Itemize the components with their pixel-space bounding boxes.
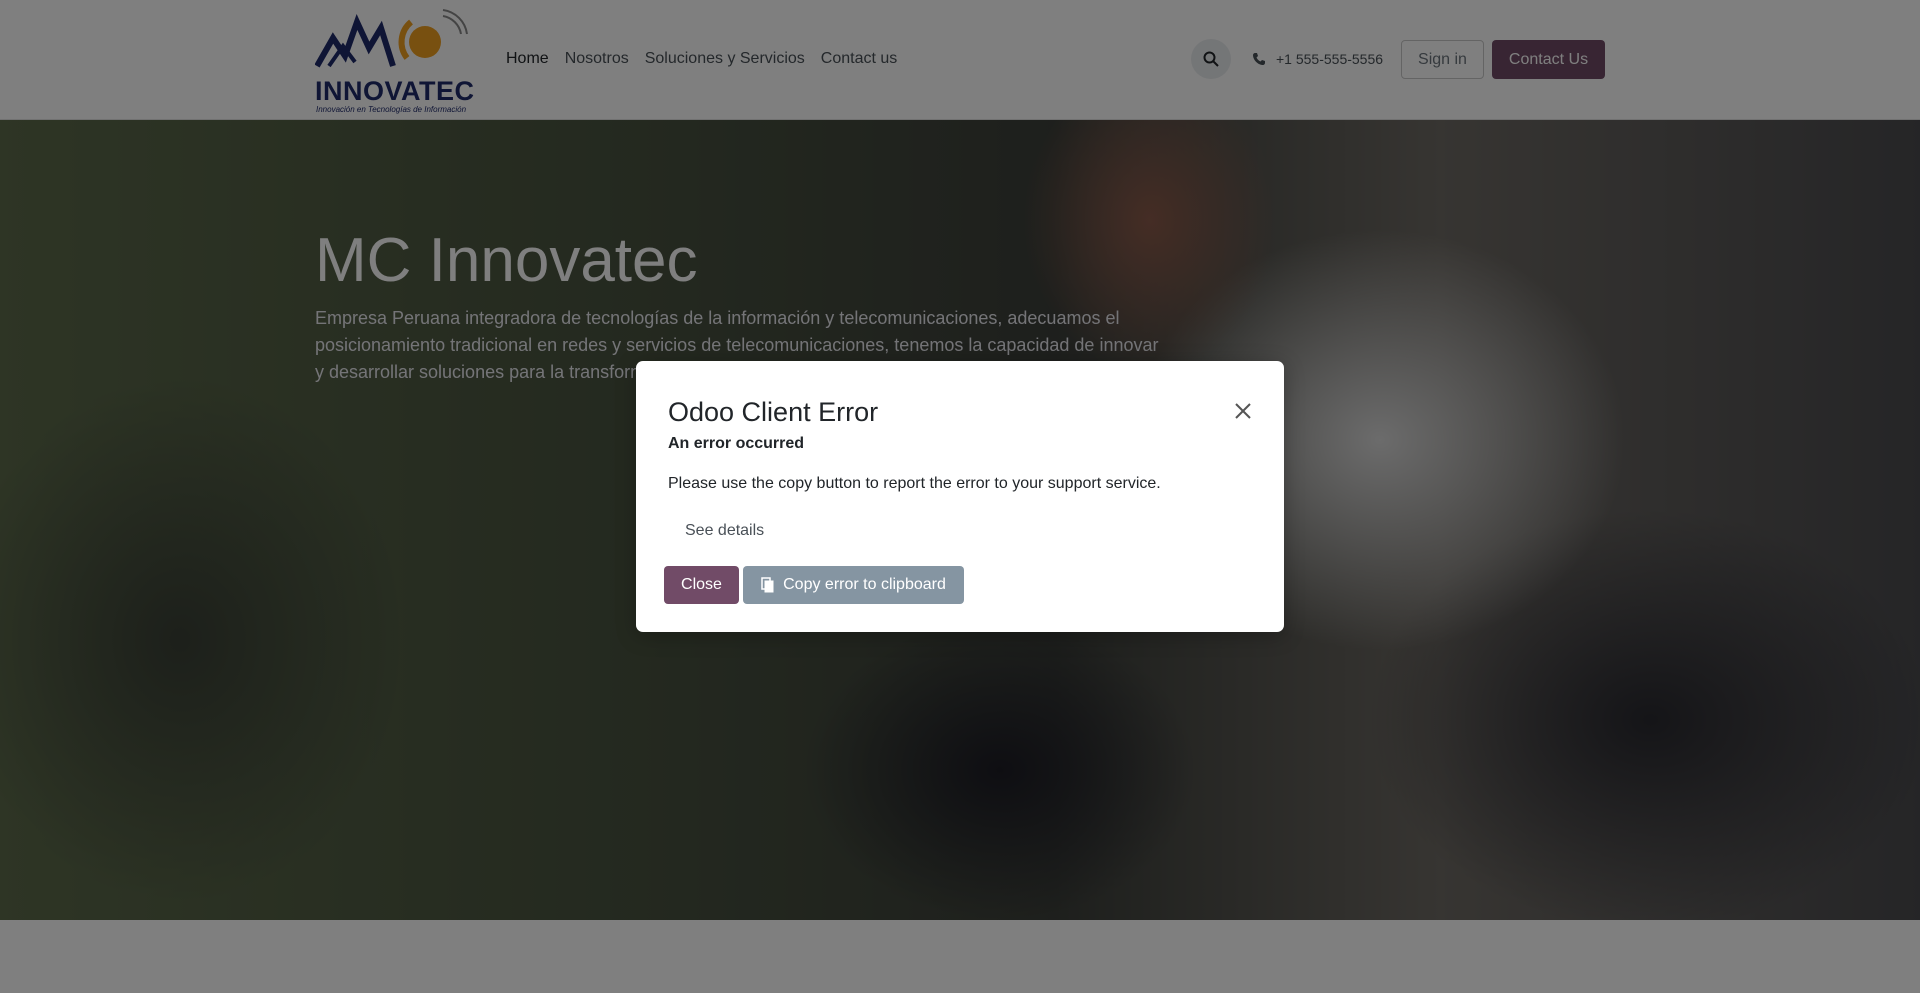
dialog-title: Odoo Client Error [668,397,879,427]
copy-error-button[interactable]: Copy error to clipboard [743,566,964,604]
dialog-message: Please use the copy button to report the… [668,475,1161,492]
dialog-close-icon[interactable] [1231,399,1255,423]
clipboard-icon [761,577,774,593]
copy-error-label: Copy error to clipboard [783,576,946,593]
dialog-subtitle: An error occurred [668,435,805,452]
see-details-toggle[interactable]: See details [685,522,764,540]
close-button[interactable]: Close [664,566,739,604]
error-dialog: Odoo Client Error An error occurred Plea… [636,361,1284,632]
